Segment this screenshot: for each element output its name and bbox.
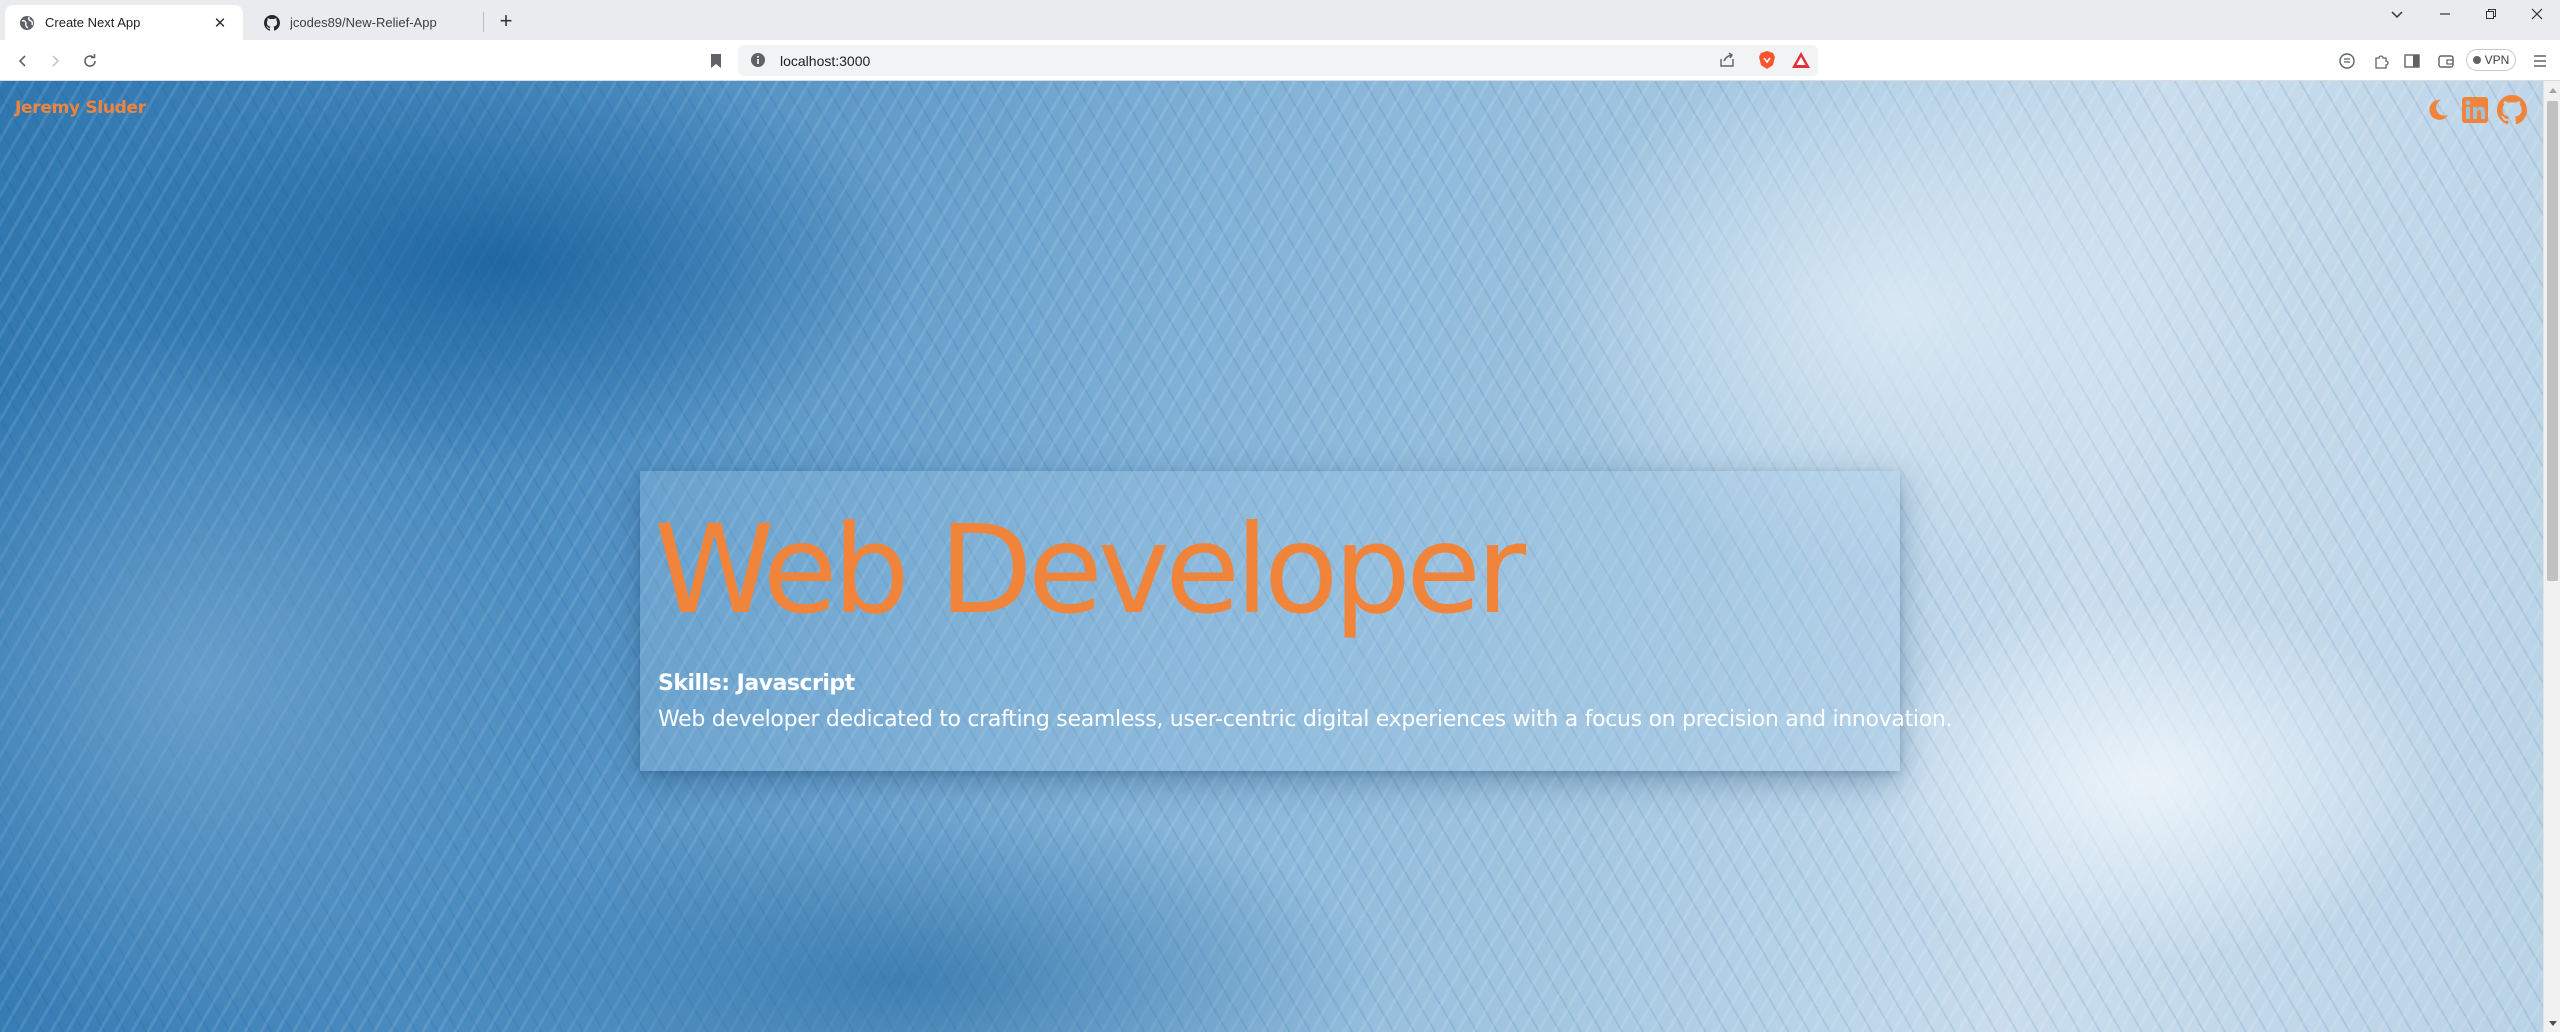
share-icon[interactable] — [1713, 46, 1741, 74]
page-scrollbar[interactable] — [2543, 81, 2560, 1032]
hero-description: Web developer dedicated to crafting seam… — [658, 707, 1953, 732]
brave-shields-icon[interactable] — [1753, 46, 1781, 74]
vpn-label: VPN — [2484, 53, 2510, 67]
page-viewport: Jeremy Sluder Web Developer Skills: Java… — [0, 81, 2543, 1032]
globe-icon — [19, 15, 35, 31]
github-icon — [264, 14, 280, 31]
bookmark-icon[interactable] — [705, 50, 727, 72]
site-brand[interactable]: Jeremy Sluder — [15, 98, 146, 118]
tab-strip: Create Next App ✕ jcodes89/New-Relief-Ap… — [0, 0, 2560, 40]
sidebar-icon[interactable] — [2398, 47, 2426, 75]
site-info-icon[interactable] — [750, 52, 768, 70]
vpn-button[interactable]: VPN — [2466, 49, 2516, 71]
menu-icon[interactable] — [2526, 47, 2554, 75]
wallet-icon[interactable] — [2432, 47, 2460, 75]
scroll-up-arrow-icon[interactable] — [2544, 81, 2560, 98]
scroll-down-arrow-icon[interactable] — [2544, 1015, 2560, 1032]
tab-divider — [483, 12, 484, 32]
hero-title: Web Developer — [654, 499, 1526, 641]
github-icon[interactable] — [2496, 94, 2528, 126]
address-bar[interactable]: localhost:3000 — [738, 45, 1818, 76]
tab-create-next-app[interactable]: Create Next App ✕ — [5, 5, 243, 40]
restore-icon[interactable] — [2468, 0, 2514, 28]
hero-card: Web Developer Skills: Javascript Web dev… — [640, 471, 1953, 771]
tab-title: jcodes89/New-Relief-App — [290, 15, 437, 30]
tab-github-repo[interactable]: jcodes89/New-Relief-App — [250, 5, 482, 40]
vpn-status-icon — [2472, 56, 2481, 64]
brave-rewards-warning-icon[interactable] — [1787, 46, 1815, 74]
extensions-icon[interactable] — [2367, 47, 2395, 75]
forward-icon[interactable] — [40, 46, 70, 76]
minimize-icon[interactable] — [2422, 0, 2468, 28]
reader-mode-icon[interactable] — [2333, 47, 2361, 75]
hero-skills: Skills: Javascript — [658, 671, 855, 696]
reload-icon[interactable] — [75, 46, 105, 76]
address-url: localhost:3000 — [780, 52, 871, 69]
close-window-icon[interactable] — [2514, 0, 2560, 28]
browser-toolbar: localhost:3000 VPN — [0, 40, 2560, 81]
scrollbar-thumb[interactable] — [2547, 101, 2558, 581]
close-tab-icon[interactable]: ✕ — [211, 14, 229, 32]
tab-search-chevron-icon[interactable] — [2374, 0, 2420, 28]
moon-icon[interactable] — [2422, 94, 2454, 126]
back-icon[interactable] — [8, 46, 38, 76]
tab-title: Create Next App — [45, 15, 141, 30]
linkedin-icon[interactable] — [2459, 94, 2491, 126]
new-tab-button[interactable]: + — [492, 7, 520, 35]
